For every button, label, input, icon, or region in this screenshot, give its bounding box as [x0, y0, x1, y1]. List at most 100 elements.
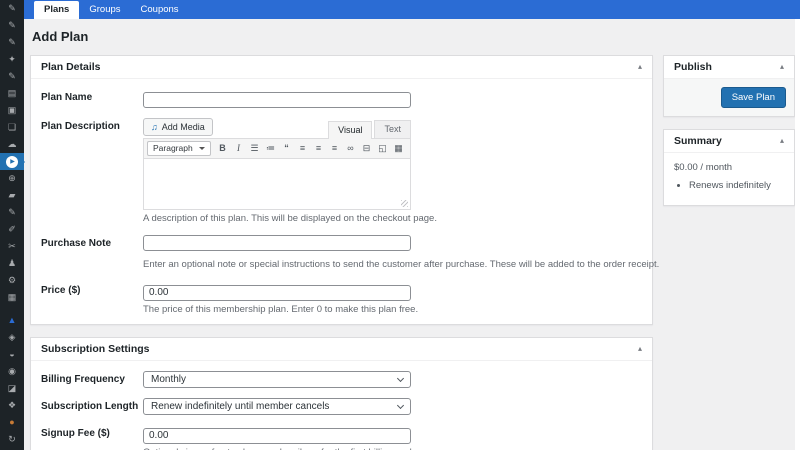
user-icon: ♟ — [7, 258, 17, 268]
price-help: The price of this membership plan. Enter… — [143, 303, 419, 315]
sidebar-item-folder[interactable]: ▰ — [0, 187, 24, 204]
tab-coupons[interactable]: Coupons — [131, 1, 189, 19]
subscription-settings-panel: Subscription Settings ▴ Billing Frequenc… — [30, 337, 653, 450]
admin-content: Add Plan Plan Details ▴ Plan Name Plan D… — [24, 19, 800, 450]
plugin-icon: ✂ — [8, 241, 16, 251]
insert-link-icon[interactable]: ∞ — [343, 141, 358, 156]
billing-frequency-label: Billing Frequency — [41, 374, 125, 386]
subscription-length-select[interactable]: Renew indefinitely until member cancels — [143, 398, 411, 416]
sidebar-item-plugins[interactable]: ✂ — [0, 238, 24, 255]
triangle-icon: ▲ — [7, 315, 17, 325]
summary-list: Renews indefinitely — [674, 180, 784, 191]
plan-details-header: Plan Details ▴ — [31, 56, 652, 79]
page-scrollbar[interactable] — [795, 19, 800, 450]
collapse-panel-icon[interactable]: ▴ — [638, 63, 642, 71]
panel-title: Summary — [674, 135, 722, 147]
collapse-panel-icon[interactable]: ▴ — [638, 345, 642, 353]
align-left-icon[interactable]: ≡ — [295, 141, 310, 156]
panel-title: Subscription Settings — [41, 343, 150, 356]
sidebar-item-plugin-pin-2[interactable]: ✎ — [0, 17, 24, 34]
toolbar-toggle-icon[interactable]: ▦ — [391, 141, 406, 156]
summary-item: Renews indefinitely — [689, 180, 784, 191]
plan-name-label: Plan Name — [41, 92, 93, 103]
sidebar-item-memberships-active[interactable]: ▶ — [0, 153, 25, 170]
page-title: Add Plan — [32, 29, 89, 44]
collapse-panel-icon[interactable]: ▴ — [780, 63, 784, 71]
plan-name-input[interactable] — [143, 91, 411, 108]
sidebar-item-lock[interactable]: ◉ — [0, 363, 24, 380]
blockquote-icon[interactable]: “ — [279, 141, 294, 156]
sidebar-item-analytics[interactable]: ◪ — [0, 380, 24, 397]
paragraph-format-select[interactable]: Paragraph — [147, 140, 211, 156]
read-more-icon[interactable]: ⊟ — [359, 141, 374, 156]
editor-toolbar: Paragraph B I ☰ ≔ “ ≡ ≡ ≡ ∞ ⊟ ◱ ▦ — [144, 138, 410, 159]
sidebar-item-plugin-pin-5[interactable]: ✎ — [0, 204, 24, 221]
sidebar-item-lms[interactable]: ❏ — [0, 119, 24, 136]
summary-header: Summary ▴ — [664, 130, 794, 153]
publish-header: Publish ▴ — [664, 56, 794, 79]
publish-panel: Publish ▴ Save Plan — [663, 55, 795, 117]
sidebar-item-groups[interactable]: ✦ — [0, 51, 24, 68]
purchase-note-help: Enter an optional note or special instru… — [143, 259, 660, 271]
numbered-list-icon[interactable]: ≔ — [263, 141, 278, 156]
sidebar-item-signal[interactable]: ☁ — [0, 136, 24, 153]
align-center-icon[interactable]: ≡ — [311, 141, 326, 156]
subscription-length-value: Renew indefinitely until member cancels — [151, 401, 330, 413]
sidebar-item-stack[interactable]: ▤ — [0, 85, 24, 102]
sidebar-item-tools[interactable]: ⚙ — [0, 272, 24, 289]
purchase-note-input[interactable] — [143, 235, 411, 252]
editor-tab-text[interactable]: Text — [374, 119, 411, 138]
sidebar-item-storefront[interactable]: ▣ — [0, 102, 24, 119]
chevron-down-icon — [396, 401, 405, 409]
save-plan-button[interactable]: Save Plan — [720, 87, 786, 108]
pin-icon: ✎ — [8, 207, 16, 217]
sidebar-item-collapse[interactable]: ▲ — [0, 312, 24, 329]
wp-admin-sidebar: ✎ ✎ ✎ ✦ ✎ ▤ ▣ ❏ ☁ ▶ ⊕ ▰ ✎ ✐ ✂ ♟ ⚙ ▦ ▲ ◈ … — [0, 0, 25, 450]
tab-plans[interactable]: Plans — [34, 0, 80, 19]
sidebar-item-settings[interactable]: ▦ — [0, 289, 24, 306]
collapse-panel-icon[interactable]: ▴ — [780, 137, 784, 145]
chart-icon: ◪ — [7, 383, 17, 393]
signal-icon: ☁ — [7, 139, 17, 149]
subscription-length-row: Subscription Length Renew indefinitely u… — [41, 398, 642, 416]
sidebar-item-badge[interactable]: ◒ — [0, 346, 24, 363]
panel-title: Plan Details — [41, 61, 101, 73]
subscription-settings-header: Subscription Settings ▴ — [31, 338, 652, 362]
align-right-icon[interactable]: ≡ — [327, 141, 342, 156]
sidebar-item-users[interactable]: ♟ — [0, 255, 24, 272]
bold-icon[interactable]: B — [215, 141, 230, 156]
sidebar-item-updates[interactable]: ↻ — [0, 431, 24, 448]
price-input[interactable] — [143, 284, 411, 301]
sidebar-item-plugin-pin-3[interactable]: ✎ — [0, 34, 24, 51]
plan-description-label: Plan Description — [41, 120, 120, 132]
media-icon: ♫ — [151, 121, 158, 132]
brush-icon: ✐ — [8, 224, 16, 234]
sidebar-item-plugin-pin-1[interactable]: ✎ — [0, 0, 24, 17]
add-media-label: Add Media — [161, 121, 205, 132]
billing-frequency-select[interactable]: Monthly — [143, 371, 411, 389]
tab-groups[interactable]: Groups — [79, 1, 130, 19]
price-label: Price ($) — [41, 285, 81, 297]
billing-frequency-value: Monthly — [151, 374, 187, 386]
plan-description-textarea[interactable] — [144, 158, 410, 209]
plan-description-help: A description of this plan. This will be… — [143, 212, 437, 224]
sidebar-item-appearance[interactable]: ✐ — [0, 221, 24, 238]
add-media-button[interactable]: ♫ Add Media — [143, 117, 213, 136]
groups-icon: ✦ — [8, 54, 16, 64]
italic-icon[interactable]: I — [231, 141, 246, 156]
fullscreen-icon[interactable]: ◱ — [375, 141, 390, 156]
folder-icon: ▰ — [8, 190, 16, 200]
sidebar-item-globe[interactable]: ⊕ — [0, 170, 24, 187]
summary-panel: Summary ▴ $0.00 / month Renews indefinit… — [663, 129, 795, 206]
signup-fee-input[interactable] — [143, 427, 411, 444]
pin-icon: ✎ — [8, 37, 16, 47]
billing-frequency-row: Billing Frequency Monthly — [41, 371, 642, 389]
sidebar-item-camera[interactable]: ◈ — [0, 329, 24, 346]
sidebar-item-product[interactable]: ● — [0, 414, 24, 431]
sidebar-item-share[interactable]: ❖ — [0, 397, 24, 414]
bulleted-list-icon[interactable]: ☰ — [247, 141, 262, 156]
editor-tab-visual[interactable]: Visual — [328, 120, 373, 139]
signup-fee-label: Signup Fee ($) — [41, 428, 110, 440]
sidebar-item-plugin-pin-4[interactable]: ✎ — [0, 68, 24, 85]
tools-icon: ⚙ — [7, 275, 17, 285]
